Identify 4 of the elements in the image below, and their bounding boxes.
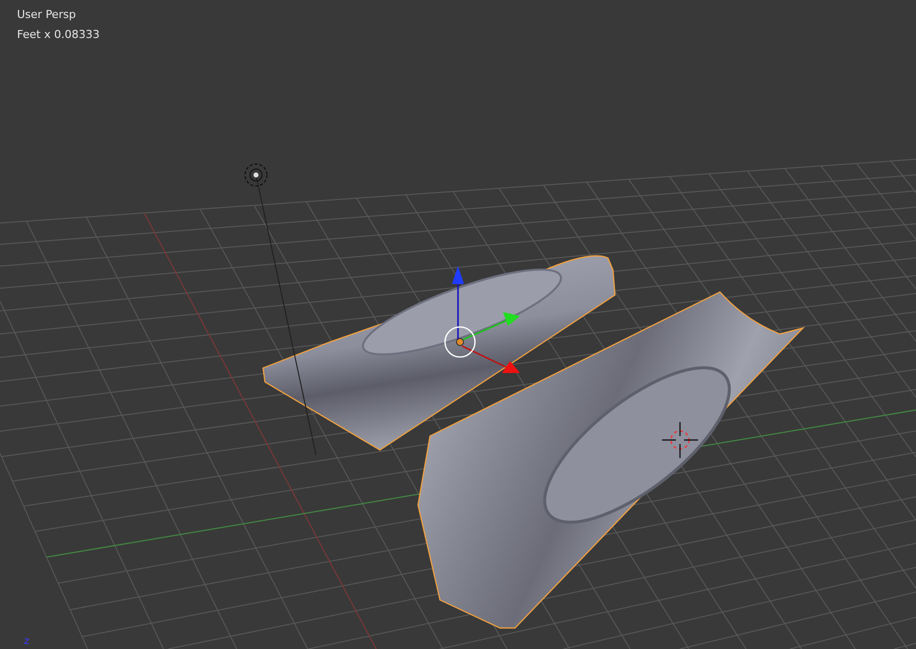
crosshair-icon xyxy=(661,421,699,459)
view-name: User Persp xyxy=(17,8,77,22)
axis-label: z xyxy=(24,636,30,648)
units-label: Feet x 0.08333 xyxy=(17,28,100,42)
